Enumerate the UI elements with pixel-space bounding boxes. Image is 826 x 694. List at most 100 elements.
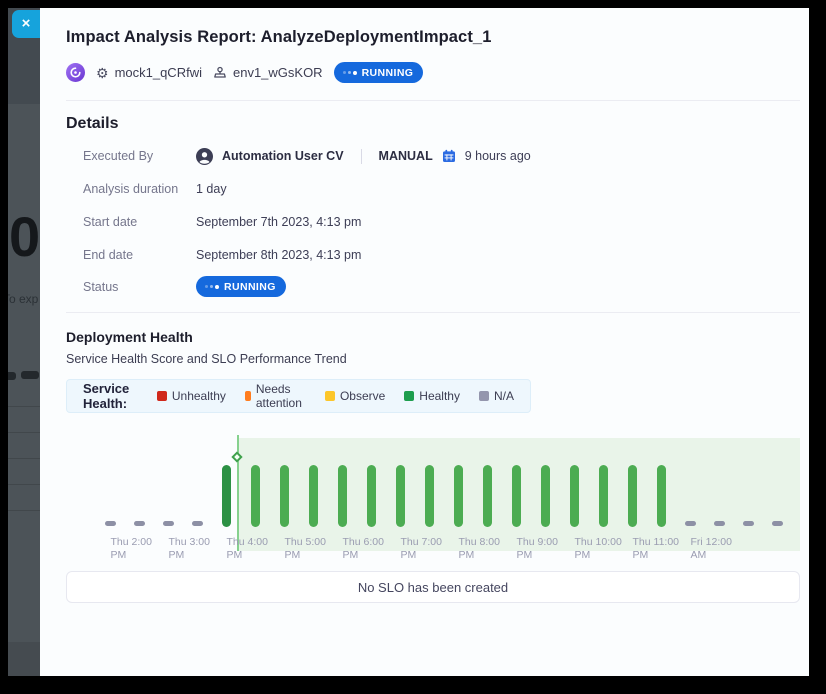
background-metric-value: 0 bbox=[9, 204, 39, 269]
na-dash bbox=[105, 521, 116, 526]
section-divider bbox=[66, 312, 800, 313]
environment-name: env1_wGsKOR bbox=[233, 65, 323, 80]
health-score-bar bbox=[425, 465, 434, 527]
chart-slot bbox=[183, 521, 212, 527]
legend-swatch-icon bbox=[404, 391, 414, 401]
x-tick-label: Thu 4:00PM bbox=[227, 536, 268, 562]
details-heading: Details bbox=[66, 115, 800, 133]
executed-by-user: Automation User CV bbox=[222, 149, 344, 163]
chart-slot bbox=[270, 465, 299, 527]
detail-label: Executed By bbox=[66, 149, 196, 163]
legend-item: N/A bbox=[479, 382, 514, 410]
x-tick-label: Thu 6:00PM bbox=[343, 536, 384, 562]
x-tick-label: Fri 12:00AM bbox=[691, 536, 732, 562]
na-dash bbox=[685, 521, 696, 526]
status-badge: RUNNING bbox=[334, 62, 424, 83]
chart-slot bbox=[125, 521, 154, 527]
na-dash bbox=[714, 521, 725, 526]
legend-swatch-icon bbox=[479, 391, 489, 401]
health-score-bar bbox=[367, 465, 376, 527]
legend-label: Unhealthy bbox=[172, 389, 226, 403]
chart-slot bbox=[705, 521, 734, 527]
deployment-marker-line bbox=[237, 435, 239, 551]
health-score-bar bbox=[512, 465, 521, 527]
gear-icon: ⚙ bbox=[96, 66, 109, 80]
executed-time-ago: 9 hours ago bbox=[465, 149, 531, 163]
trigger-type: MANUAL bbox=[379, 149, 433, 163]
legend-swatch-icon bbox=[325, 391, 335, 401]
detail-value: September 7th 2023, 4:13 pm bbox=[196, 215, 361, 229]
chart-slot bbox=[96, 521, 125, 527]
health-score-bar bbox=[599, 465, 608, 527]
user-avatar-icon bbox=[196, 148, 213, 165]
health-score-bar bbox=[280, 465, 289, 527]
calendar-icon bbox=[442, 149, 456, 163]
x-tick-label: Thu 5:00PM bbox=[285, 536, 326, 562]
detail-row-start-date: Start date September 7th 2023, 4:13 pm bbox=[66, 212, 800, 232]
chart-slot bbox=[734, 521, 763, 527]
legend-item: Observe bbox=[325, 382, 385, 410]
chart-slot bbox=[415, 465, 444, 527]
detail-value: Automation User CV MANUAL 9 hours ago bbox=[196, 148, 531, 165]
x-tick-label: Thu 8:00PM bbox=[459, 536, 500, 562]
chart-slot bbox=[357, 465, 386, 527]
background-row-divider bbox=[8, 484, 40, 485]
monitored-service: ⚙ mock1_qCRfwi bbox=[96, 65, 202, 80]
legend-label: Healthy bbox=[419, 389, 460, 403]
legend-item: Healthy bbox=[404, 382, 460, 410]
module-glyph bbox=[70, 67, 81, 78]
service-health-legend: Service Health: UnhealthyNeeds attention… bbox=[66, 379, 531, 413]
legend-label: Observe bbox=[340, 389, 385, 403]
chart-legend-items: Unhealthy Needs attention Observe Healthy N/… bbox=[157, 382, 514, 410]
detail-value: RUNNING bbox=[196, 276, 286, 297]
environment: env1_wGsKOR bbox=[213, 65, 323, 80]
status-badge-label: RUNNING bbox=[362, 67, 414, 79]
health-score-bar bbox=[338, 465, 347, 527]
detail-value: September 8th 2023, 4:13 pm bbox=[196, 248, 361, 262]
screenshot-root: { "background": { "metric_value": "0", "… bbox=[0, 0, 826, 694]
background-pill bbox=[8, 372, 16, 380]
environment-icon bbox=[213, 66, 227, 80]
page-title: Impact Analysis Report: AnalyzeDeploymen… bbox=[66, 28, 800, 47]
background-row-divider bbox=[8, 406, 40, 407]
detail-label: Analysis duration bbox=[66, 182, 196, 196]
x-tick-label: Thu 9:00PM bbox=[517, 536, 558, 562]
running-dots-icon bbox=[205, 285, 219, 289]
na-dash bbox=[772, 521, 783, 526]
close-icon: × bbox=[22, 15, 31, 32]
legend-label: Needs attention bbox=[256, 382, 306, 410]
health-score-bar bbox=[657, 465, 666, 527]
chart-slot bbox=[531, 465, 560, 527]
legend-item: Unhealthy bbox=[157, 382, 226, 410]
health-score-bar bbox=[483, 465, 492, 527]
chart-slot bbox=[299, 465, 328, 527]
chart-slot bbox=[647, 465, 676, 527]
detail-label: End date bbox=[66, 248, 196, 262]
health-score-bar bbox=[541, 465, 550, 527]
x-tick-label: Thu 7:00PM bbox=[401, 536, 442, 562]
background-pill bbox=[21, 371, 39, 379]
chart-slot bbox=[676, 521, 705, 527]
health-score-bar bbox=[222, 465, 231, 527]
dimmed-background-page: 0 To exp × Impact Analysis Report: Analy… bbox=[8, 8, 809, 676]
deployment-health-chart: Thu 2:00PM Thu 3:00PM Thu 4:00PM Thu 5:00PM… bbox=[66, 425, 800, 563]
chart-slot bbox=[473, 465, 502, 527]
detail-row-end-date: End date September 8th 2023, 4:13 pm bbox=[66, 245, 800, 265]
slo-empty-message: No SLO has been created bbox=[358, 580, 508, 595]
close-button[interactable]: × bbox=[12, 10, 40, 38]
detail-label: Start date bbox=[66, 215, 196, 229]
impact-analysis-report-drawer: × Impact Analysis Report: AnalyzeDeploym… bbox=[40, 8, 809, 676]
chart-slot bbox=[241, 465, 270, 527]
detail-label: Status bbox=[66, 280, 196, 294]
x-tick-label: Thu 2:00PM bbox=[111, 536, 152, 562]
detail-row-executed-by: Executed By Automation User CV MANUAL bbox=[66, 146, 800, 166]
chart-slot bbox=[444, 465, 473, 527]
status-badge: RUNNING bbox=[196, 276, 286, 297]
legend-item: Needs attention bbox=[245, 382, 306, 410]
status-badge-label: RUNNING bbox=[224, 281, 276, 293]
chart-slot bbox=[502, 465, 531, 527]
x-tick-label: Thu 10:00PM bbox=[575, 536, 622, 562]
x-tick-label: Thu 3:00PM bbox=[169, 536, 210, 562]
health-score-bar bbox=[251, 465, 260, 527]
drawer-content: Impact Analysis Report: AnalyzeDeploymen… bbox=[40, 8, 809, 603]
